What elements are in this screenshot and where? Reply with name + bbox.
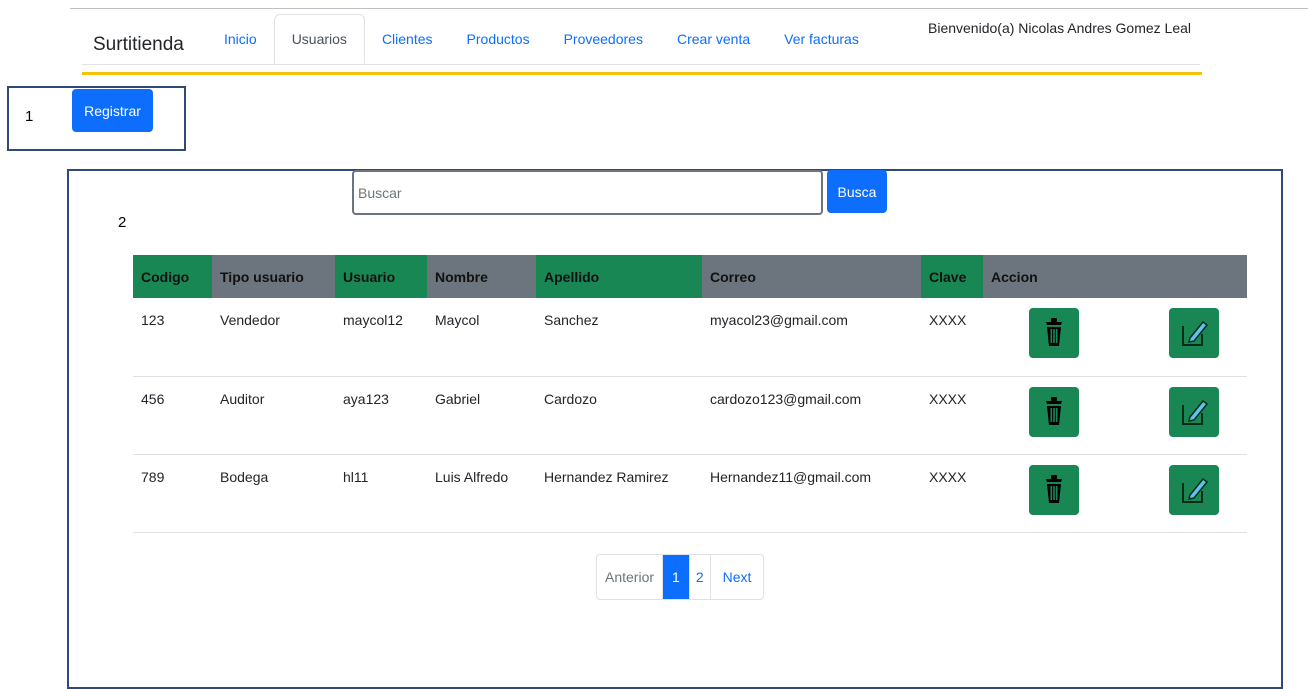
header-correo: Correo	[702, 255, 921, 298]
cell-apellido: Cardozo	[536, 376, 702, 455]
cell-edit	[1135, 454, 1247, 533]
cell-edit	[1135, 298, 1247, 377]
nav-tabs: Inicio Usuarios Clientes Productos Prove…	[207, 14, 876, 64]
header-apellido: Apellido	[536, 255, 702, 298]
cell-nombre: Luis Alfredo	[427, 454, 536, 533]
edit-button[interactable]	[1169, 308, 1219, 358]
cell-apellido: Sanchez	[536, 298, 702, 377]
cell-edit	[1135, 376, 1247, 455]
pencil-square-icon	[1182, 320, 1209, 346]
cell-codigo: 789	[133, 454, 212, 533]
delete-button[interactable]	[1029, 464, 1079, 515]
tab-clientes[interactable]: Clientes	[365, 14, 450, 64]
cell-clave: XXXX	[921, 454, 983, 533]
search-button[interactable]: Busca	[827, 170, 887, 213]
cell-clave: XXXX	[921, 298, 983, 377]
header-accent-line	[82, 72, 1202, 75]
pagination-page-2[interactable]: 2	[688, 555, 710, 599]
cell-tipo-usuario: Vendedor	[212, 298, 335, 377]
header-accion-edit	[1135, 255, 1247, 298]
register-button[interactable]: Registrar	[72, 89, 153, 132]
header-tipo-usuario: Tipo usuario	[212, 255, 335, 298]
pagination-page-1[interactable]: 1	[662, 555, 689, 599]
pencil-square-icon	[1182, 477, 1209, 503]
tab-proveedores[interactable]: Proveedores	[547, 14, 660, 64]
cell-usuario: aya123	[335, 376, 427, 455]
cell-usuario: maycol12	[335, 298, 427, 377]
pagination-next[interactable]: Next	[709, 555, 764, 599]
tab-ver-facturas[interactable]: Ver facturas	[767, 14, 876, 64]
tab-productos[interactable]: Productos	[450, 14, 547, 64]
annotation-label-1: 1	[25, 108, 34, 125]
tab-crear-venta[interactable]: Crear venta	[660, 14, 767, 64]
cell-correo: cardozo123@gmail.com	[702, 376, 921, 455]
table-row: 789 Bodega hl11 Luis Alfredo Hernandez R…	[133, 454, 1247, 533]
header-codigo: Codigo	[133, 255, 212, 298]
cell-nombre: Gabriel	[427, 376, 536, 455]
tab-inicio[interactable]: Inicio	[207, 14, 274, 64]
cell-delete	[983, 298, 1135, 377]
header-usuario: Usuario	[335, 255, 427, 298]
cell-apellido: Hernandez Ramirez	[536, 454, 702, 533]
pagination-prev[interactable]: Anterior	[597, 555, 662, 599]
cell-correo: myacol23@gmail.com	[702, 298, 921, 377]
cell-delete	[983, 454, 1135, 533]
pagination: Anterior 1 2 Next	[596, 554, 765, 600]
pencil-square-icon	[1182, 399, 1209, 425]
trash-icon	[1046, 474, 1062, 503]
header-nombre: Nombre	[427, 255, 536, 298]
table-row: 123 Vendedor maycol12 Maycol Sanchez mya…	[133, 298, 1247, 377]
trash-icon	[1046, 318, 1062, 346]
cell-tipo-usuario: Auditor	[212, 376, 335, 455]
annotation-label-2: 2	[118, 214, 127, 231]
tab-usuarios[interactable]: Usuarios	[273, 14, 365, 64]
header-accion: Accion	[983, 255, 1135, 298]
table-header-row: Codigo Tipo usuario Usuario Nombre Apell…	[133, 255, 1247, 298]
cell-clave: XXXX	[921, 376, 983, 455]
search-input[interactable]	[352, 170, 823, 215]
cell-tipo-usuario: Bodega	[212, 454, 335, 533]
users-table: Codigo Tipo usuario Usuario Nombre Apell…	[133, 255, 1247, 533]
navbar: Surtitienda Inicio Usuarios Clientes Pro…	[82, 14, 1200, 65]
cell-codigo: 123	[133, 298, 212, 377]
cell-correo: Hernandez11@gmail.com	[702, 454, 921, 533]
edit-button[interactable]	[1169, 386, 1219, 437]
brand[interactable]: Surtitienda	[93, 34, 184, 56]
welcome-text: Bienvenido(a) Nicolas Andres Gomez Leal	[928, 20, 1192, 36]
trash-icon	[1046, 396, 1062, 425]
top-divider	[70, 8, 1308, 9]
edit-button[interactable]	[1169, 464, 1219, 515]
cell-usuario: hl11	[335, 454, 427, 533]
table-row: 456 Auditor aya123 Gabriel Cardozo cardo…	[133, 376, 1247, 455]
delete-button[interactable]	[1029, 308, 1079, 358]
cell-nombre: Maycol	[427, 298, 536, 377]
delete-button[interactable]	[1029, 386, 1079, 437]
header-clave: Clave	[921, 255, 983, 298]
cell-delete	[983, 376, 1135, 455]
cell-codigo: 456	[133, 376, 212, 455]
